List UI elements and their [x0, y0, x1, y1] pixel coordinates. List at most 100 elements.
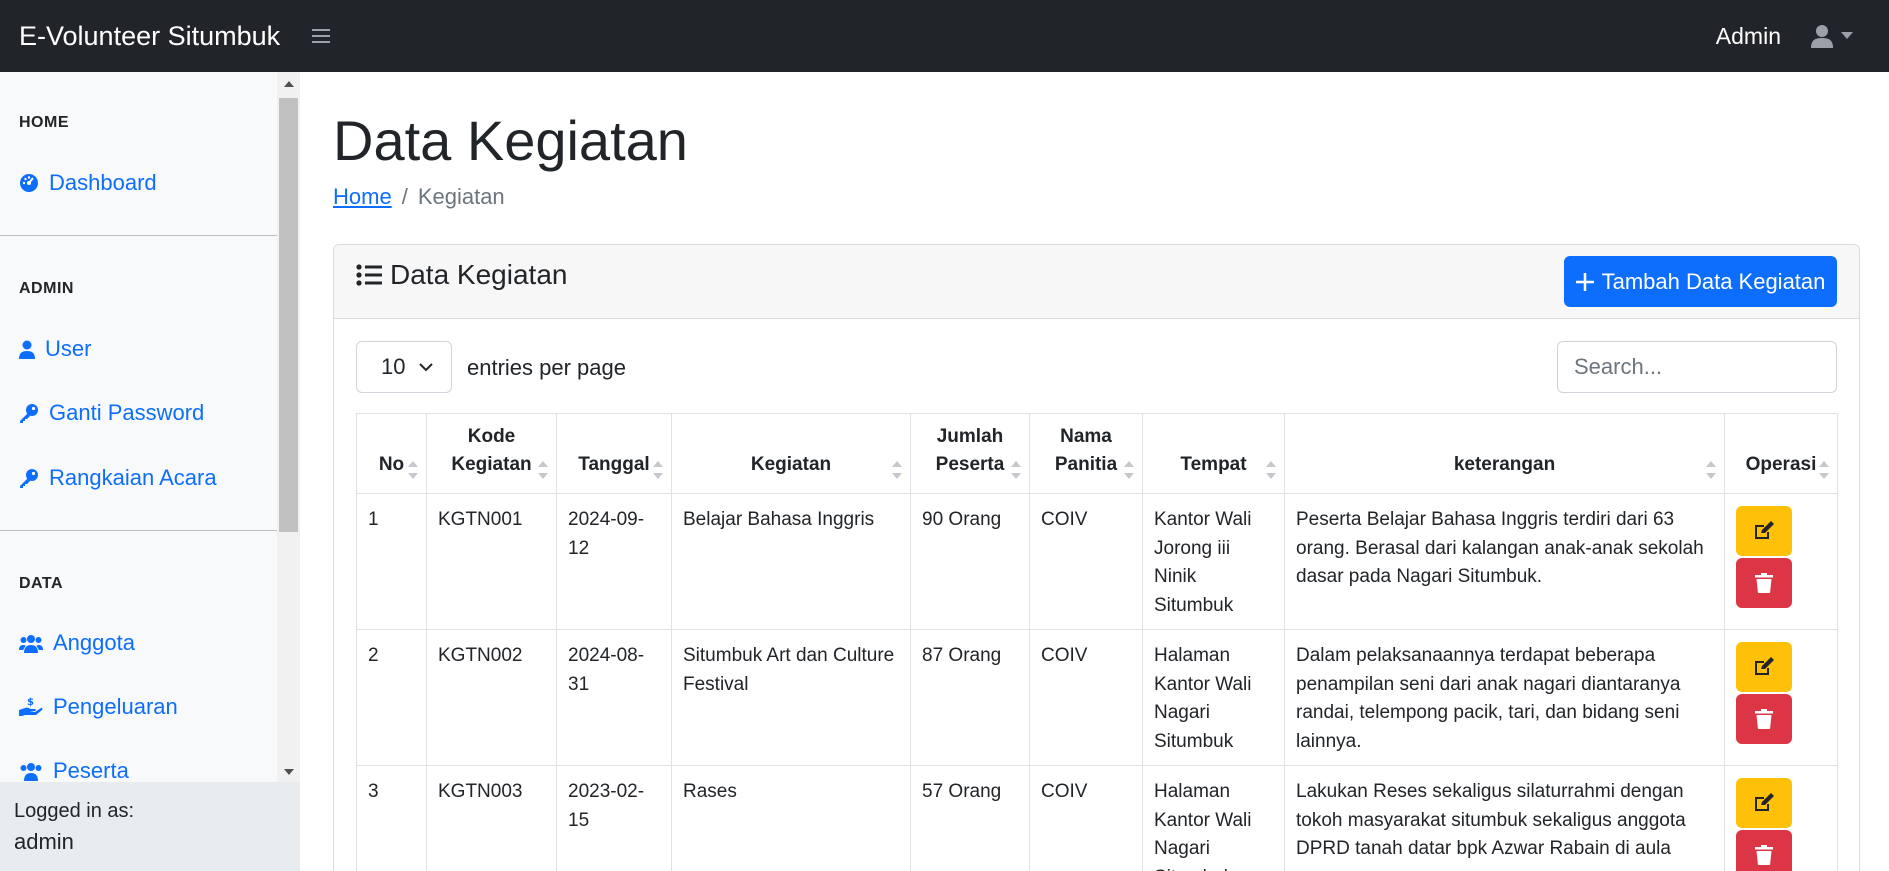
plus-icon — [1575, 272, 1594, 291]
users-icon — [20, 762, 42, 781]
hand-money-icon: $ — [19, 697, 43, 716]
sort-icon — [538, 461, 548, 479]
cell-keterangan: Lakukan Reses sekaligus silaturrahmi den… — [1284, 765, 1725, 871]
cell-tanggal: 2024-09-12 — [556, 493, 672, 630]
sidebar-heading-home: HOME — [19, 114, 69, 131]
cell-tempat: Halaman Kantor Wali Nagari Situmbuk — [1142, 629, 1285, 766]
users-icon — [19, 634, 43, 653]
sidebar-toggle-button[interactable] — [306, 21, 336, 51]
sort-icon — [408, 461, 418, 479]
delete-button[interactable] — [1736, 558, 1792, 608]
sidebar-heading-admin: ADMIN — [19, 280, 74, 297]
sort-icon — [1011, 461, 1021, 479]
sidebar-item-label: Pengeluaran — [53, 694, 178, 719]
column-header-keterangan[interactable]: keterangan — [1284, 413, 1725, 494]
trash-icon — [1755, 709, 1773, 729]
breadcrumb-home-link[interactable]: Home — [333, 184, 392, 210]
entries-value: 10 — [381, 354, 406, 379]
table-row: 3 KGTN003 2023-02-15 Rases 57 Orang COIV… — [356, 765, 1838, 871]
card-title-text: Data Kegiatan — [390, 259, 568, 290]
top-navbar: E-Volunteer Situmbuk Admin — [0, 0, 1889, 72]
edit-button[interactable] — [1736, 642, 1792, 692]
admin-label: Admin — [1715, 22, 1781, 49]
cell-tanggal: 2023-02-15 — [556, 765, 672, 871]
cell-kegiatan: Belajar Bahasa Inggris — [671, 493, 911, 630]
triangle-up-icon — [283, 81, 294, 87]
card-title: Data Kegiatan — [356, 259, 567, 291]
cell-kegiatan: Rases — [671, 765, 911, 871]
edit-button[interactable] — [1736, 506, 1792, 556]
scroll-down-arrow[interactable] — [277, 762, 300, 782]
sidebar-item-label: Rangkaian Acara — [49, 465, 217, 490]
cell-keterangan: Dalam pelaksanaannya terdapat beberapa p… — [1284, 629, 1725, 766]
sidebar-item-pengeluaran[interactable]: $ Pengeluaran — [0, 694, 178, 720]
edit-icon — [1755, 521, 1774, 539]
cell-jumlah: 90 Orang — [910, 493, 1030, 630]
sidebar-divider — [0, 530, 277, 531]
key-icon — [20, 404, 38, 423]
cell-tempat: Halaman Kantor Wali Nagari Situmbuk — [1142, 765, 1285, 871]
column-header-tanggal[interactable]: Tanggal — [556, 413, 672, 494]
search-input[interactable] — [1557, 341, 1837, 393]
user-menu-dropdown[interactable] — [1811, 24, 1853, 48]
cell-tempat: Kantor Wali Jorong iii Ninik Situmbuk — [1142, 493, 1285, 630]
sort-icon — [1266, 461, 1276, 479]
sidebar-item-rangkaian-acara[interactable]: Rangkaian Acara — [0, 465, 217, 491]
key-icon — [20, 469, 38, 488]
sidebar-item-dashboard[interactable]: Dashboard — [0, 170, 157, 196]
user-icon — [1811, 25, 1833, 48]
sidebar-item-label: Anggota — [53, 630, 135, 655]
column-header-jumlah-peserta[interactable]: Jumlah Peserta — [910, 413, 1030, 494]
table-controls: 10 entries per page — [356, 341, 1837, 393]
table-row: 2 KGTN002 2024-08-31 Situmbuk Art dan Cu… — [356, 629, 1838, 766]
cell-panitia: COIV — [1029, 765, 1143, 871]
cell-kegiatan: Situmbuk Art dan Culture Festival — [671, 629, 911, 766]
sidebar-item-label: User — [45, 336, 92, 361]
scroll-thumb[interactable] — [279, 98, 298, 532]
sort-icon — [892, 461, 902, 479]
column-header-tempat[interactable]: Tempat — [1142, 413, 1285, 494]
cell-kode: KGTN002 — [426, 629, 557, 766]
table-header-row: No Kode Kegiatan Tanggal Kegiatan Jumlah… — [356, 413, 1838, 494]
column-header-no[interactable]: No — [356, 413, 427, 494]
column-header-operasi[interactable]: Operasi — [1724, 413, 1838, 494]
cell-no: 1 — [356, 493, 427, 630]
cell-jumlah: 87 Orang — [910, 629, 1030, 766]
logged-in-user: admin — [14, 829, 74, 854]
sidebar-item-peserta[interactable]: Peserta — [0, 758, 129, 782]
column-header-nama-panitia[interactable]: Nama Panitia — [1029, 413, 1143, 494]
triangle-down-icon — [283, 769, 294, 775]
sort-icon — [1819, 461, 1829, 479]
scroll-up-arrow[interactable] — [277, 74, 300, 94]
sort-icon — [1124, 461, 1134, 479]
delete-button[interactable] — [1736, 830, 1792, 871]
page-title: Data Kegiatan — [333, 109, 688, 172]
delete-button[interactable] — [1736, 694, 1792, 744]
add-kegiatan-button[interactable]: Tambah Data Kegiatan — [1564, 256, 1837, 307]
sidebar-item-label: Peserta — [53, 758, 129, 782]
sidebar-menu: HOME Dashboard ADMIN User Ganti Password… — [0, 72, 277, 782]
brand-title[interactable]: E-Volunteer Situmbuk — [0, 21, 290, 52]
sidebar-footer: Logged in as: admin — [0, 782, 300, 871]
sidebar-item-ganti-password[interactable]: Ganti Password — [0, 400, 204, 426]
add-button-label: Tambah Data Kegiatan — [1601, 268, 1826, 294]
main-content: Data Kegiatan Home / Kegiatan Data Kegia… — [300, 72, 1889, 871]
sidebar-item-anggota[interactable]: Anggota — [0, 630, 135, 656]
svg-text:$: $ — [27, 697, 34, 708]
sidebar-scrollbar[interactable] — [277, 72, 300, 782]
column-header-kode-kegiatan[interactable]: Kode Kegiatan — [426, 413, 557, 494]
column-header-kegiatan[interactable]: Kegiatan — [671, 413, 911, 494]
cell-panitia: COIV — [1029, 629, 1143, 766]
edit-button[interactable] — [1736, 778, 1792, 828]
entries-per-page-label: entries per page — [467, 355, 626, 380]
cell-operasi — [1724, 765, 1838, 871]
entries-per-page-select[interactable]: 10 — [356, 341, 452, 393]
sidebar: HOME Dashboard ADMIN User Ganti Password… — [0, 72, 300, 871]
tachometer-icon — [20, 174, 38, 192]
sidebar-item-user[interactable]: User — [0, 336, 91, 362]
edit-icon — [1755, 657, 1774, 675]
cell-no: 3 — [356, 765, 427, 871]
cell-operasi — [1724, 629, 1838, 766]
cell-panitia: COIV — [1029, 493, 1143, 630]
kegiatan-table: No Kode Kegiatan Tanggal Kegiatan Jumlah… — [356, 413, 1838, 871]
